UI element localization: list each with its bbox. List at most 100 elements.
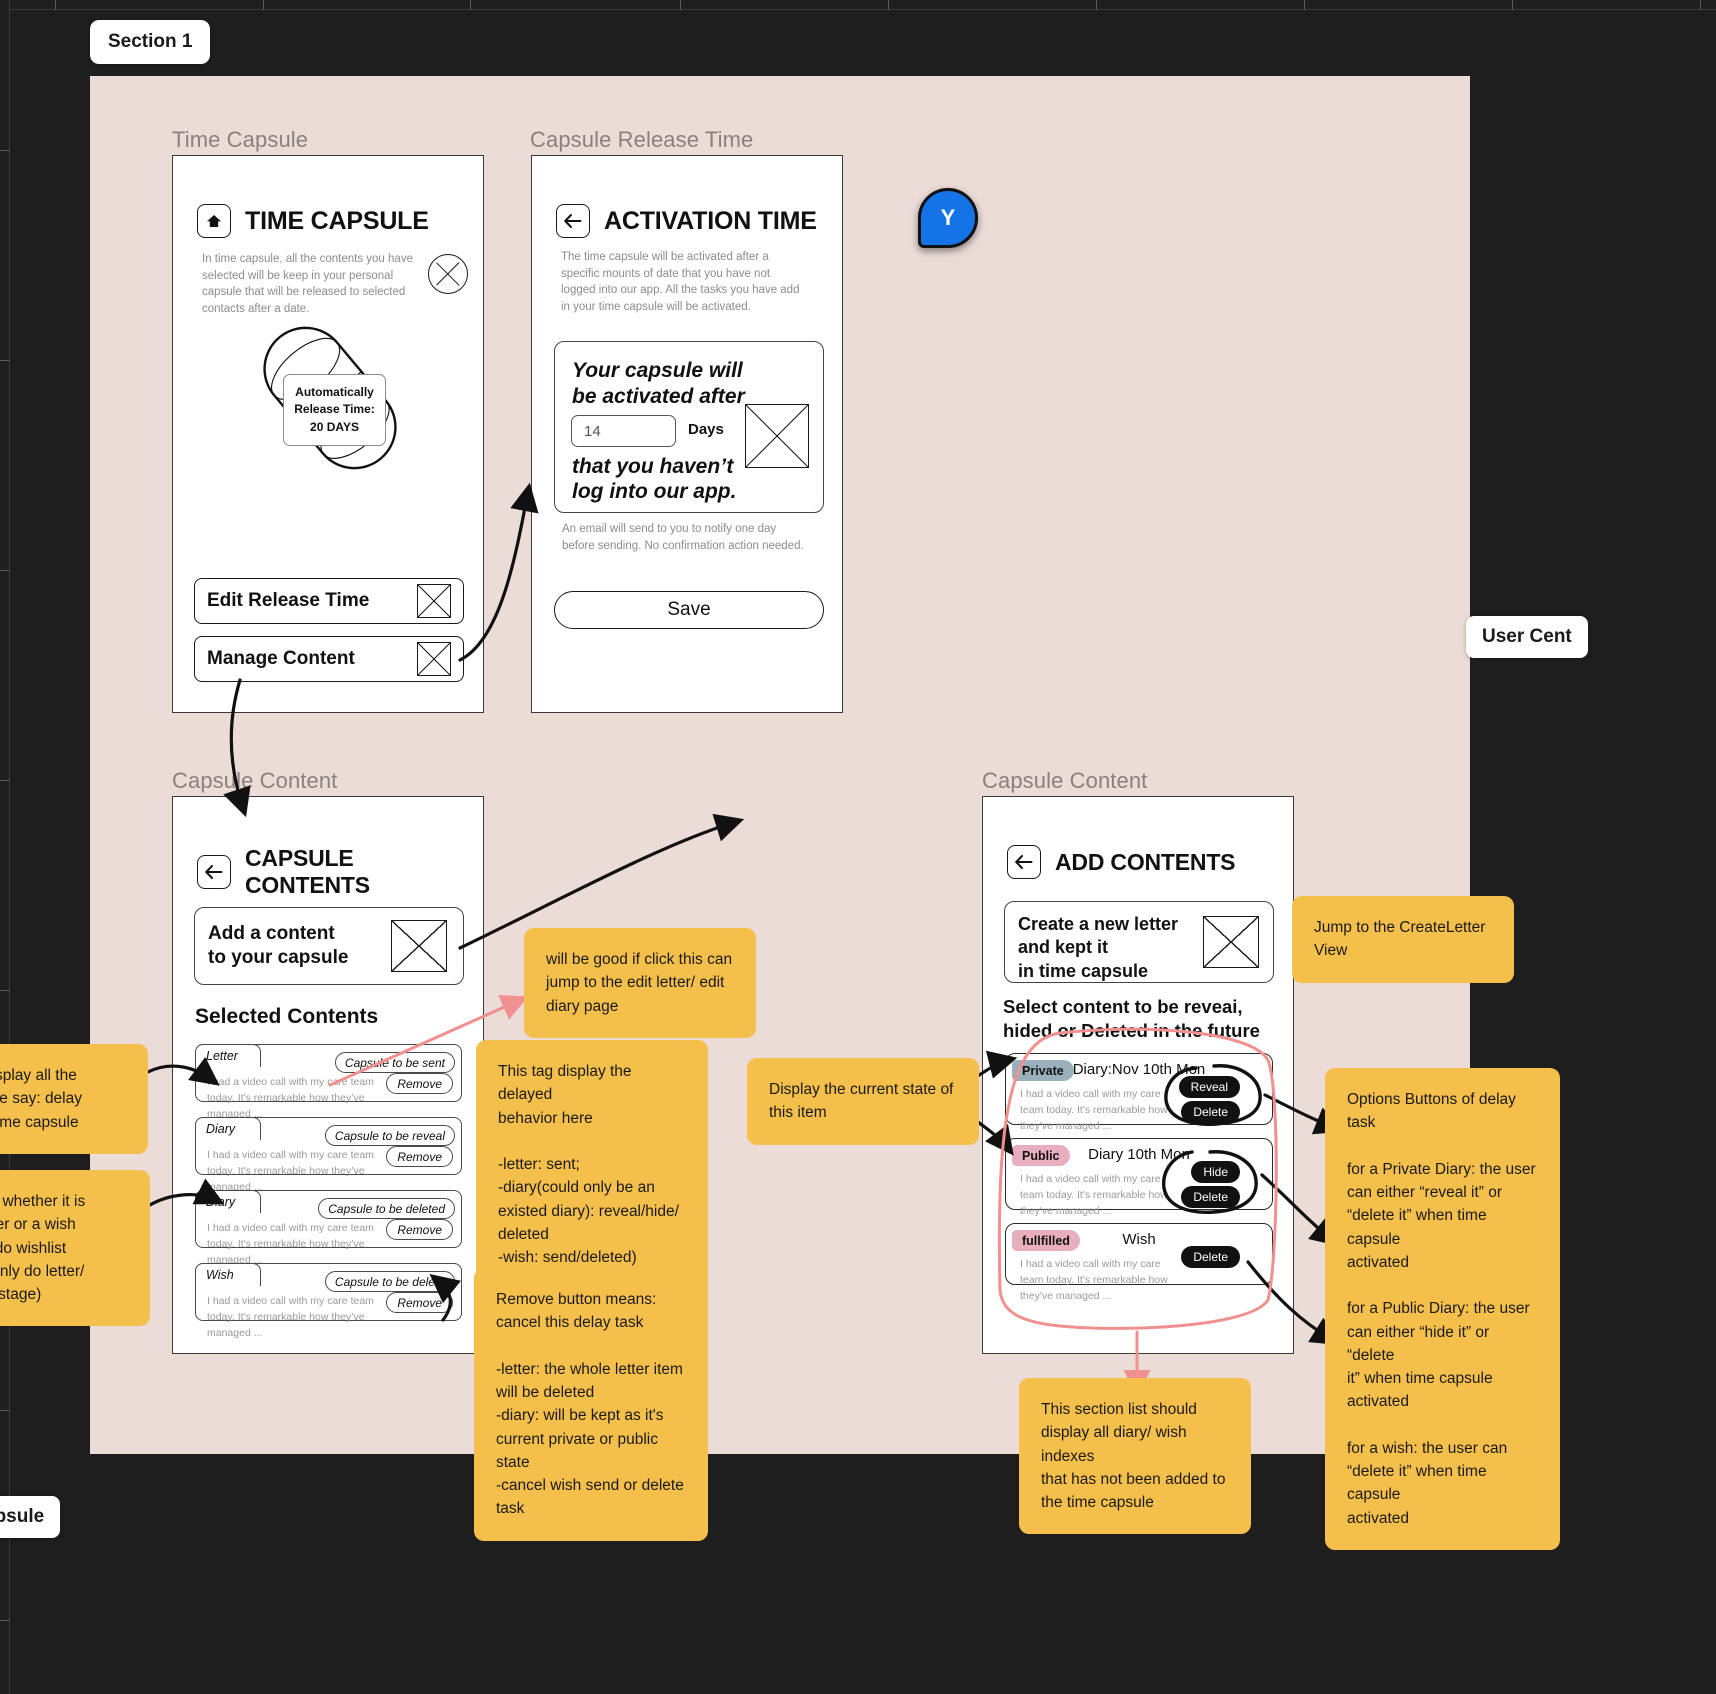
- label-capsule-content-right: Capsule Content: [982, 768, 1148, 793]
- page-title: TIME CAPSULE: [245, 206, 429, 235]
- circle-x-icon[interactable]: [428, 254, 468, 294]
- days-label: Days: [688, 421, 724, 438]
- content-type-tab: Letter: [195, 1044, 261, 1067]
- list-item-body: I had a video call with my care team tod…: [1020, 1088, 1168, 1132]
- list-item[interactable]: Diary Capsule to be deleted I had a vide…: [195, 1190, 462, 1266]
- activation-card-line4: log into our app.: [572, 480, 737, 503]
- chip-capsule[interactable]: apsule: [0, 1496, 61, 1538]
- note-click-edit[interactable]: will be good if click this can jump to t…: [524, 928, 756, 1038]
- select-heading-line1: Select content to be reveai,: [1003, 996, 1243, 1017]
- note-options-buttons[interactable]: Options Buttons of delay task for a Priv…: [1325, 1068, 1560, 1550]
- edit-release-time-button[interactable]: Edit Release Time: [194, 578, 464, 624]
- capsule-release-note: Automatically Release Time: 20 DAYS: [283, 374, 386, 447]
- content-type-tab: Diary: [195, 1117, 261, 1140]
- frame-title[interactable]: Section 1: [90, 20, 211, 64]
- note-jump-create-letter[interactable]: Jump to the CreateLetter View: [1292, 896, 1514, 983]
- activation-footnote: An email will send to you to notify one …: [562, 523, 804, 552]
- status-badge: Capsule to be reveal: [324, 1125, 455, 1146]
- create-card-line2: and kept it: [1018, 937, 1109, 958]
- screen-capsule-contents: CAPSULE CONTENTS Add a content to your c…: [172, 796, 484, 1354]
- list-item[interactable]: Public Diary 10th Mon I had a video call…: [1005, 1138, 1273, 1217]
- list-item-body: I had a video call with my care team tod…: [207, 1295, 374, 1339]
- select-content-heading: Select content to be reveai, hided or De…: [1003, 995, 1283, 1043]
- delete-button[interactable]: Delete: [1181, 1246, 1240, 1268]
- delete-button[interactable]: Delete: [1181, 1186, 1240, 1208]
- manage-content-label: Manage Content: [207, 648, 355, 669]
- capsule-note-line1: Automatically: [295, 385, 374, 399]
- hide-button[interactable]: Hide: [1191, 1161, 1240, 1183]
- activation-card-line2: be activated after: [572, 385, 745, 408]
- list-item-title: Diary:Nov 10th Mon: [1072, 1061, 1206, 1078]
- ruler-left: [0, 0, 10, 1694]
- x-box-icon: [417, 642, 451, 676]
- add-contents-header: ADD CONTENTS: [1007, 845, 1236, 879]
- status-badge: Capsule to be sent: [334, 1052, 455, 1073]
- save-button[interactable]: Save: [554, 591, 824, 629]
- screen-activation-time: ACTIVATION TIME The time capsule will be…: [531, 155, 843, 713]
- days-input[interactable]: 14: [571, 415, 676, 447]
- label-capsule-content-left: Capsule Content: [172, 768, 338, 793]
- home-icon[interactable]: [197, 204, 231, 238]
- note-current-state[interactable]: Display the current state of this item: [747, 1058, 979, 1145]
- note-tag-behavior[interactable]: This tag display the delayed behavior he…: [476, 1040, 708, 1290]
- list-item[interactable]: fullfilled Wish I had a video call with …: [1005, 1223, 1273, 1302]
- create-letter-card[interactable]: Create a new letter and kept it in time …: [1004, 901, 1274, 983]
- x-box-icon: [417, 584, 451, 618]
- activation-card-line1: Your capsule will: [572, 359, 743, 382]
- note-display-whether[interactable]: splay whether it is a letter or a wish f…: [0, 1170, 150, 1327]
- create-card-line1: Create a new letter: [1018, 914, 1179, 934]
- arrow-left-icon[interactable]: [556, 204, 590, 238]
- list-item-body: I had a video call with my care team tod…: [207, 1149, 374, 1193]
- list-item[interactable]: Diary Capsule to be reveal I had a video…: [195, 1117, 462, 1193]
- list-item-body: I had a video call with my care team tod…: [207, 1076, 374, 1120]
- reveal-button[interactable]: Reveal: [1178, 1076, 1240, 1098]
- arrow-left-icon[interactable]: [1007, 845, 1041, 879]
- remove-button[interactable]: Remove: [386, 1146, 453, 1167]
- delete-button[interactable]: Delete: [1181, 1101, 1240, 1123]
- select-heading-line2: hided or Deleted in the future: [1003, 1020, 1260, 1042]
- note-display-all[interactable]: e display all the or we say: delay ne ti…: [0, 1044, 148, 1154]
- time-capsule-description: In time capsule, all the contents you ha…: [202, 253, 413, 316]
- activation-header: ACTIVATION TIME: [556, 204, 817, 238]
- screen-add-contents: ADD CONTENTS Create a new letter and kep…: [982, 796, 1294, 1354]
- activation-description: The time capsule will be activated after…: [561, 251, 800, 314]
- capsule-note-line3: 20 DAYS: [310, 419, 359, 434]
- list-item-body: I had a video call with my care team tod…: [1020, 1258, 1168, 1302]
- list-item-title: Wish: [1122, 1231, 1156, 1248]
- activation-card-line3: that you haven’t: [572, 455, 734, 478]
- create-card-line3: in time capsule: [1018, 960, 1149, 981]
- selected-contents-heading: Selected Contents: [195, 1005, 379, 1028]
- x-box-icon: [391, 920, 447, 972]
- remove-button[interactable]: Remove: [386, 1219, 453, 1240]
- page-title: ADD CONTENTS: [1055, 848, 1236, 875]
- note-section-list[interactable]: This section list should display all dia…: [1019, 1378, 1251, 1535]
- label-time-capsule: Time Capsule: [172, 127, 309, 152]
- content-type-tab: Diary: [195, 1190, 261, 1213]
- x-box-icon: [745, 404, 809, 468]
- add-content-card[interactable]: Add a content to your capsule: [194, 907, 464, 985]
- capsule-contents-header: CAPSULE CONTENTS: [197, 845, 483, 899]
- list-item-body: I had a video call with my care team tod…: [207, 1222, 374, 1266]
- page-title: CAPSULE CONTENTS: [245, 845, 370, 898]
- time-capsule-header: TIME CAPSULE: [197, 204, 429, 238]
- collaborator-cursor-avatar: Y: [918, 188, 978, 248]
- list-item[interactable]: Wish Capsule to be delete I had a video …: [195, 1263, 462, 1339]
- add-card-line1: Add a content: [208, 923, 335, 944]
- status-badge: Capsule to be deleted: [318, 1198, 455, 1219]
- chip-user-center[interactable]: User Cent: [1466, 616, 1588, 658]
- edit-release-time-label: Edit Release Time: [207, 590, 370, 611]
- content-type-tab: Wish: [195, 1263, 261, 1286]
- remove-button[interactable]: Remove: [386, 1073, 453, 1094]
- capsule-note-line2: Release Time:: [294, 402, 375, 417]
- list-item-title: Diary 10th Mon: [1088, 1146, 1190, 1163]
- list-item[interactable]: Letter Capsule to be sent I had a video …: [195, 1044, 462, 1120]
- label-capsule-release-time: Capsule Release Time: [530, 127, 754, 152]
- list-item[interactable]: Private Diary:Nov 10th Mon I had a video…: [1005, 1053, 1273, 1132]
- note-remove-meaning[interactable]: Remove button means: cancel this delay t…: [474, 1268, 708, 1541]
- add-card-line2: to your capsule: [208, 946, 349, 968]
- activation-card: Your capsule will be activated after 14 …: [554, 341, 824, 513]
- x-box-icon: [1203, 916, 1259, 968]
- arrow-left-icon[interactable]: [197, 855, 231, 889]
- manage-content-button[interactable]: Manage Content: [194, 636, 464, 682]
- remove-button[interactable]: Remove: [386, 1292, 453, 1313]
